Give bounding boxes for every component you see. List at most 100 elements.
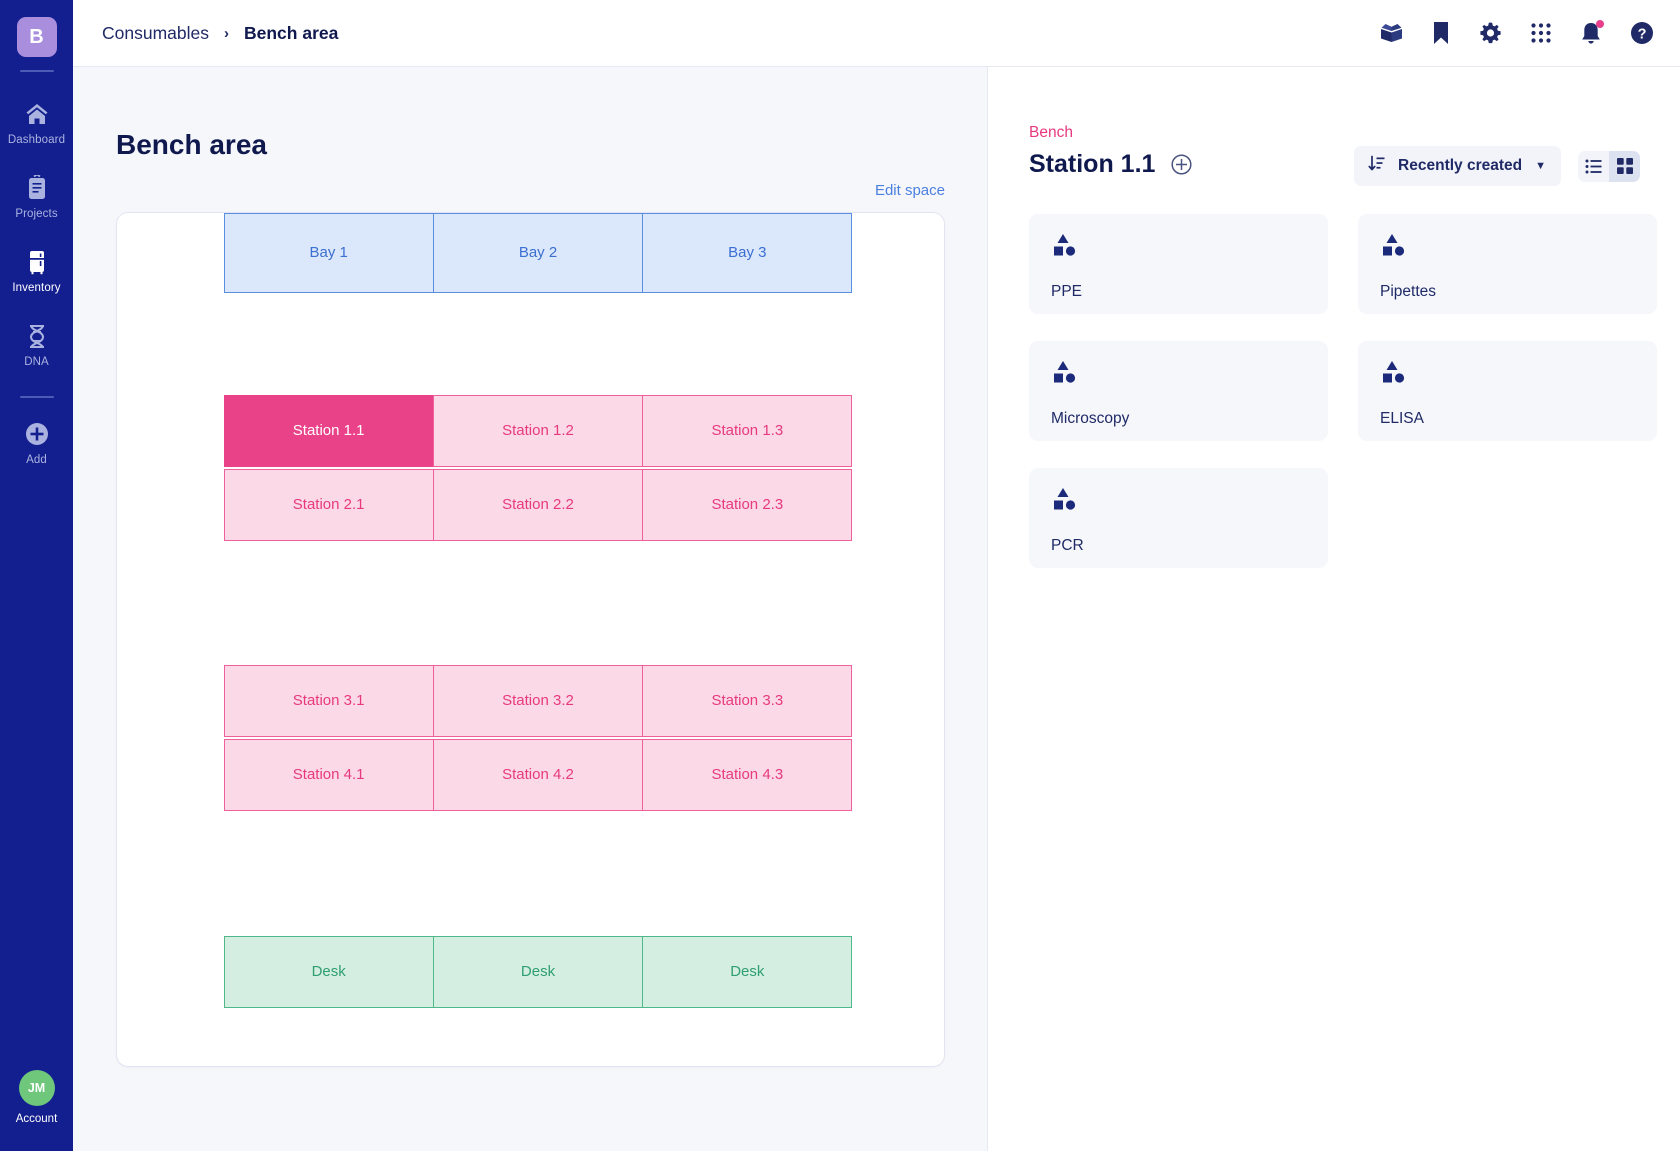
space-map-canvas: Bay 1 Bay 2 Bay 3 Station 1.1 Station 1.2 Sta… [116, 212, 945, 1067]
account-button[interactable]: JM Account [0, 1070, 73, 1125]
map-cell-label: Station 3.2 [502, 692, 574, 709]
page-title: Bench area [116, 129, 267, 160]
map-cell[interactable]: Station 2.1 [223, 468, 434, 541]
map-cell[interactable]: Bay 2 [432, 212, 644, 293]
chevron-down-icon: ▼ [1535, 160, 1546, 172]
shapes-icon [1051, 360, 1328, 389]
map-cell[interactable]: Station 1.2 [432, 394, 644, 467]
edit-space-link[interactable]: Edit space [875, 182, 945, 199]
avatar: JM [18, 1070, 55, 1106]
view-toggle-group [1578, 150, 1640, 182]
left-sidebar: B Dashboard Projects Inventory DNA Add J… [0, 0, 73, 1151]
map-cell[interactable]: Station 2.3 [642, 468, 853, 541]
item-card-grid: PPE Pipettes Microscopy ELISA PCR [1029, 214, 1657, 568]
sidebar-item-projects[interactable]: Projects [0, 162, 73, 226]
shapes-icon [1051, 233, 1328, 262]
map-cell[interactable]: Station 3.3 [642, 664, 853, 737]
map-cell-label: Desk [730, 963, 765, 980]
item-card[interactable]: ELISA [1358, 341, 1657, 441]
map-cell[interactable]: Station 2.2 [432, 468, 644, 541]
sort-label: Recently created [1398, 157, 1523, 174]
map-cell[interactable]: Station 4.2 [432, 738, 644, 811]
map-cell-label: Station 2.2 [502, 496, 574, 513]
sidebar-item-inventory[interactable]: Inventory [0, 236, 73, 300]
item-card[interactable]: Microscopy [1029, 341, 1328, 441]
sidebar-item-label: Add [26, 454, 47, 466]
map-cell[interactable]: Desk [642, 935, 853, 1008]
sidebar-item-label: Dashboard [7, 134, 66, 146]
details-header: Bench Station 1.1 Recently created ▼ [1029, 124, 1640, 186]
map-cell-label: Desk [520, 963, 556, 980]
svg-text:?: ? [1638, 26, 1647, 42]
content-area: Bench area Edit space Bay 1 Bay 2 Bay 3 Sta… [73, 67, 1680, 1151]
main-column: Consumables › Bench area ? Bench area Ed… [73, 0, 1680, 1151]
map-cell[interactable]: Station 4.3 [642, 738, 853, 811]
map-cell[interactable]: Station 1.3 [642, 394, 853, 467]
plus-circle-icon[interactable] [1171, 154, 1192, 175]
map-row-station: Station 4.1 Station 4.2 Station 4.3 [223, 738, 853, 811]
breadcrumb-parent-link[interactable]: Consumables [102, 23, 209, 44]
list-view-icon[interactable] [1578, 151, 1609, 182]
map-cell[interactable]: Bay 3 [642, 212, 853, 293]
item-card[interactable]: Pipettes [1358, 214, 1657, 314]
map-cell-label: Desk [311, 963, 346, 980]
account-label: Account [15, 1113, 58, 1125]
topbar-icon-group: ? [1379, 20, 1654, 45]
app-logo-letter: B [29, 25, 44, 48]
chevron-right-icon: › [224, 24, 229, 42]
open-box-icon[interactable] [1379, 22, 1404, 44]
space-map-panel: Bench area Edit space Bay 1 Bay 2 Bay 3 Sta… [73, 67, 988, 1151]
home-icon [24, 100, 50, 128]
map-cell-label: Station 4.3 [711, 766, 784, 783]
sidebar-item-add[interactable]: Add [0, 408, 73, 472]
notification-badge [1596, 20, 1604, 28]
help-circle-icon[interactable]: ? [1630, 21, 1654, 45]
item-card[interactable]: PPE [1029, 214, 1328, 314]
gear-icon[interactable] [1478, 21, 1502, 45]
map-cell-label: Station 2.1 [292, 496, 365, 513]
avatar-initials: JM [27, 1081, 46, 1095]
apps-grid-icon[interactable] [1530, 22, 1552, 44]
map-cell[interactable]: Station 4.1 [223, 738, 434, 811]
map-cell-label: Station 3.3 [711, 692, 784, 709]
map-cell-label: Station 1.2 [502, 422, 574, 439]
item-card-label: Pipettes [1380, 283, 1437, 300]
item-card-label: PPE [1051, 283, 1083, 300]
details-heading-block: Bench Station 1.1 [1029, 124, 1192, 179]
sidebar-divider-bottom [19, 396, 54, 398]
map-cell[interactable]: Bay 1 [223, 212, 434, 293]
app-root: B Dashboard Projects Inventory DNA Add J… [0, 0, 1680, 1151]
sidebar-divider-top [19, 70, 54, 72]
map-cell-label: Bay 2 [518, 244, 558, 261]
breadcrumb: Consumables › Bench area [102, 23, 338, 44]
shapes-icon [1380, 233, 1657, 262]
map-cell-label: Station 1.1 [292, 422, 365, 439]
item-card[interactable]: PCR [1029, 468, 1328, 568]
map-cell[interactable]: Desk [432, 935, 644, 1008]
item-card-label: Microscopy [1051, 410, 1130, 427]
edit-space-row: Edit space [116, 182, 945, 199]
map-cell[interactable]: Station 3.2 [432, 664, 644, 737]
bell-icon[interactable] [1580, 20, 1604, 45]
map-row-station: Station 1.1 Station 1.2 Station 1.3 [223, 394, 853, 467]
sort-dropdown[interactable]: Recently created ▼ [1354, 146, 1561, 186]
shapes-icon [1380, 360, 1657, 389]
details-controls: Recently created ▼ [1354, 146, 1640, 186]
map-cell[interactable]: Station 1.1 [223, 394, 434, 467]
map-cell-label: Bay 1 [309, 244, 348, 261]
bookmark-icon[interactable] [1432, 21, 1450, 45]
map-cell-label: Bay 3 [728, 244, 767, 261]
sidebar-item-label: Inventory [12, 282, 61, 294]
item-card-label: ELISA [1380, 410, 1424, 427]
map-cell[interactable]: Desk [223, 935, 434, 1008]
map-cell-label: Station 2.3 [711, 496, 784, 513]
grid-view-icon[interactable] [1609, 150, 1640, 182]
details-panel: Bench Station 1.1 Recently created ▼ PPE… [988, 67, 1680, 1151]
app-logo-button[interactable]: B [16, 17, 57, 57]
details-kicker: Bench [1029, 124, 1073, 141]
map-row-station: Station 3.1 Station 3.2 Station 3.3 [223, 664, 853, 737]
sidebar-item-dashboard[interactable]: Dashboard [0, 88, 73, 152]
breadcrumb-current: Bench area [244, 22, 339, 43]
sidebar-item-dna[interactable]: DNA [0, 310, 73, 374]
map-cell[interactable]: Station 3.1 [223, 664, 434, 737]
